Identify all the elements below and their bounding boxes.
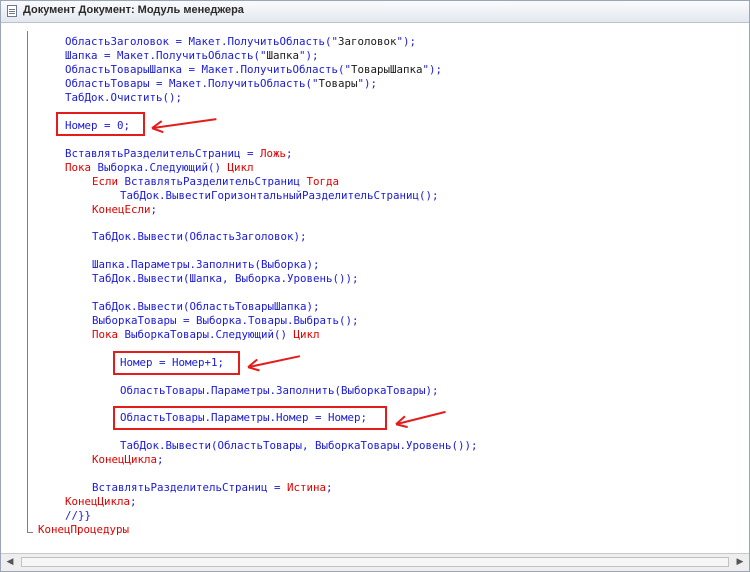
title-bar: Документ Документ: Модуль менеджера (1, 1, 749, 23)
code-token: ТабДок.Вывести(ОбластьТоварыШапка); (92, 300, 320, 313)
editor-gutter (1, 23, 26, 553)
code-token: ОбластьТоварыШапка = Макет.ПолучитьОблас… (65, 63, 352, 76)
code-line[interactable]: КонецЦикла; (92, 453, 164, 466)
code-token: ; (157, 453, 164, 466)
keyword-token: Если (92, 175, 125, 188)
code-token: "); (396, 35, 417, 48)
code-token: ОбластьТовары.Параметры.Заполнить(Выборк… (120, 384, 439, 397)
code-token: ОбластьЗаголовок = Макет.ПолучитьОбласть… (65, 35, 339, 48)
keyword-token: Пока (92, 328, 125, 341)
window-title: Документ Документ: Модуль менеджера (23, 4, 244, 16)
code-line[interactable]: ТабДок.Вывести(ОбластьТоварыШапка); (92, 300, 320, 313)
code-line[interactable]: КонецПроцедуры (38, 523, 129, 536)
code-token: ТабДок.Вывести(ОбластьТовары, ВыборкаТов… (120, 439, 478, 452)
red-arrow-icon (248, 355, 301, 368)
code-token: Шапка = Макет.ПолучитьОбласть(" (65, 49, 267, 62)
highlight-box-nomer-param (113, 406, 387, 430)
code-line[interactable]: ТабДок.Вывести(ОбластьЗаголовок); (92, 230, 307, 243)
keyword-token: КонецЦикла (92, 453, 158, 466)
code-token: ВыборкаТовары.Следующий() (124, 328, 294, 341)
code-line[interactable]: ТабДок.ВывестиГоризонтальныйРазделительС… (120, 189, 439, 202)
code-token: ; (130, 495, 137, 508)
code-line[interactable]: ВставлятьРазделительСтраниц = Ложь; (65, 147, 293, 160)
code-line[interactable]: Пока Выборка.Следующий() Цикл (65, 161, 254, 174)
code-editor-window: Документ Документ: Модуль менеджера Обла… (0, 0, 750, 572)
code-token: ТабДок.Вывести(Шапка, Выборка.Уровень())… (92, 272, 359, 285)
keyword-token: Ложь (260, 147, 287, 160)
code-token: ВставлятьРазделительСтраниц = (65, 147, 261, 160)
code-token: ТабДок.Вывести(ОбластьЗаголовок); (92, 230, 307, 243)
code-token: Шапка.Параметры.Заполнить(Выборка); (92, 258, 320, 271)
code-line[interactable]: Шапка = Макет.ПолучитьОбласть("Шапка"); (65, 49, 319, 62)
code-line[interactable]: ТабДок.Очистить(); (65, 91, 182, 104)
keyword-token: КонецЦикла (65, 495, 131, 508)
code-token: //}} (65, 509, 92, 522)
code-editor[interactable]: ОбластьЗаголовок = Макет.ПолучитьОбласть… (1, 23, 749, 553)
code-token: "); (357, 77, 378, 90)
code-token: ВставлятьРазделительСтраниц = (92, 481, 288, 494)
code-line[interactable]: ОбластьТовары.Параметры.Заполнить(Выборк… (120, 384, 439, 397)
highlight-box-nomer-increment (113, 351, 240, 375)
code-line[interactable]: ВставлятьРазделительСтраниц = Истина; (92, 481, 333, 494)
code-line[interactable]: ВыборкаТовары = Выборка.Товары.Выбрать()… (92, 314, 359, 327)
code-token: ВставлятьРазделительСтраниц (124, 175, 307, 188)
code-line[interactable]: Шапка.Параметры.Заполнить(Выборка); (92, 258, 320, 271)
keyword-token: КонецЕсли (92, 203, 151, 216)
fold-line (27, 31, 28, 533)
code-line[interactable]: КонецЕсли; (92, 203, 157, 216)
scroll-left-icon[interactable]: ◀ (3, 556, 17, 568)
fold-end (27, 532, 33, 533)
code-line[interactable]: ТабДок.Вывести(Шапка, Выборка.Уровень())… (92, 272, 359, 285)
code-token: Выборка.Следующий() (97, 161, 228, 174)
keyword-token: Истина (287, 481, 327, 494)
code-token: ТабДок.ВывестиГоризонтальныйРазделительС… (120, 189, 439, 202)
red-arrow-icon (396, 410, 446, 425)
code-line[interactable]: КонецЦикла; (65, 495, 137, 508)
code-line[interactable]: //}} (65, 509, 91, 522)
keyword-token: Пока (65, 161, 98, 174)
string-token: Заголовок (338, 35, 397, 48)
code-line[interactable]: ОбластьЗаголовок = Макет.ПолучитьОбласть… (65, 35, 416, 48)
code-line[interactable]: ОбластьТоварыШапка = Макет.ПолучитьОблас… (65, 63, 442, 76)
horizontal-scrollbar[interactable]: ◀ ▶ (1, 553, 749, 571)
document-icon (7, 5, 17, 17)
code-line[interactable]: ОбластьТовары = Макет.ПолучитьОбласть("Т… (65, 77, 377, 90)
code-token: ; (286, 147, 293, 160)
code-token: ; (150, 203, 158, 216)
code-token: "); (422, 63, 443, 76)
code-token: "); (299, 49, 319, 62)
scroll-right-icon[interactable]: ▶ (733, 556, 747, 568)
keyword-token: КонецПроцедуры (38, 523, 130, 536)
code-line[interactable]: Если ВставлятьРазделительСтраниц Тогда (92, 175, 339, 188)
code-line[interactable]: ТабДок.Вывести(ОбластьТовары, ВыборкаТов… (120, 439, 478, 452)
keyword-token: Цикл (227, 161, 254, 174)
string-token: Товары (318, 77, 358, 90)
string-token: Шапка (266, 49, 300, 62)
code-token: ВыборкаТовары = Выборка.Товары.Выбрать()… (92, 314, 359, 327)
string-token: ТоварыШапка (351, 63, 423, 76)
code-token: ТабДок.Очистить(); (65, 91, 183, 104)
keyword-token: Цикл (293, 328, 320, 341)
red-arrow-icon (152, 118, 217, 129)
keyword-token: Тогда (306, 175, 340, 188)
scrollbar-thumb[interactable] (21, 557, 729, 567)
highlight-box-nomer-init (56, 112, 145, 136)
code-line[interactable]: Пока ВыборкаТовары.Следующий() Цикл (92, 328, 320, 341)
code-token: ; (326, 481, 333, 494)
code-token: ОбластьТовары = Макет.ПолучитьОбласть(" (65, 77, 319, 90)
